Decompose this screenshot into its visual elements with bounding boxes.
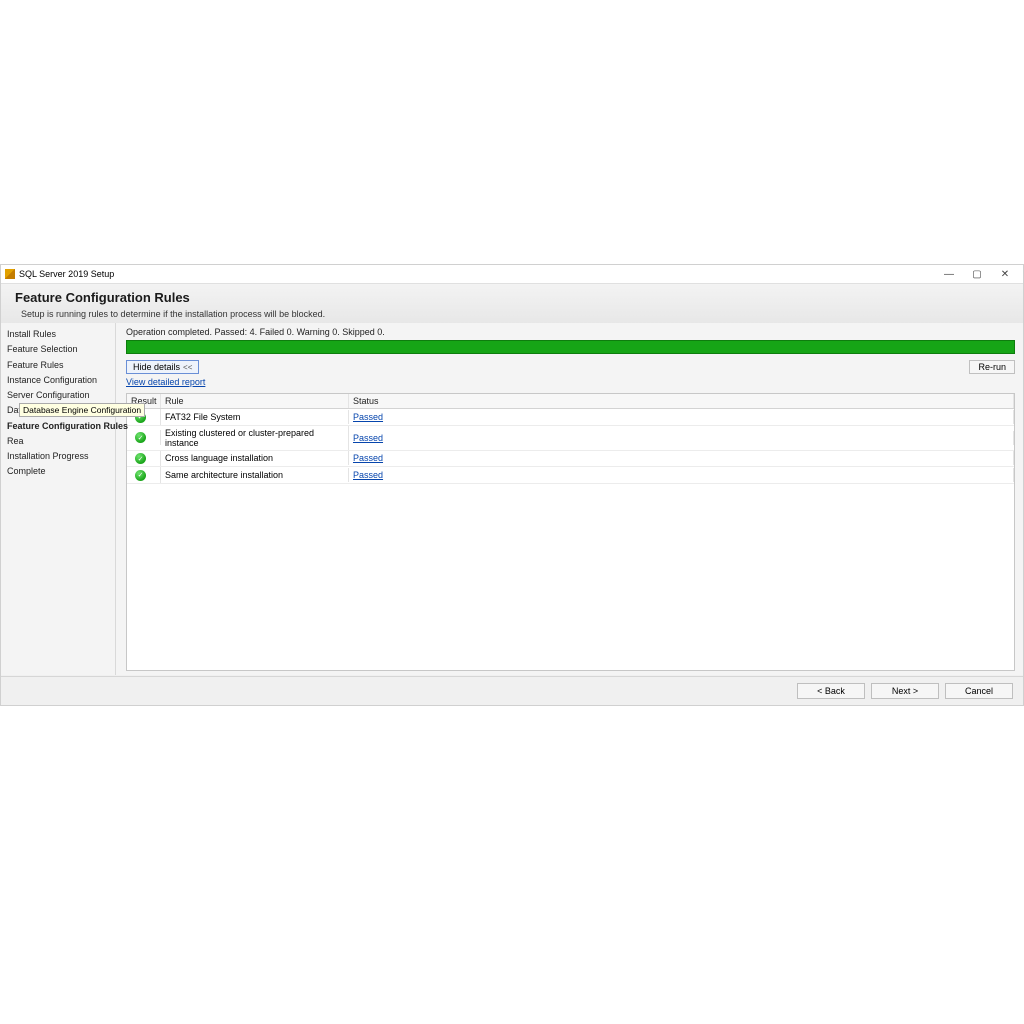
titlebar: SQL Server 2019 Setup — ▢ ✕ — [1, 265, 1023, 284]
sidebar-tooltip: Database Engine Configuration — [19, 403, 145, 417]
sidebar-step-feature-configuration-rules[interactable]: Feature Configuration Rules — [5, 419, 115, 434]
status-cell: Passed — [349, 468, 1014, 482]
rule-cell: Cross language installation — [161, 451, 349, 465]
sidebar-step-complete[interactable]: Complete — [5, 464, 115, 479]
status-link[interactable]: Passed — [353, 453, 383, 463]
maximize-button[interactable]: ▢ — [963, 265, 991, 283]
status-cell: Passed — [349, 431, 1014, 445]
result-cell: ✓ — [127, 467, 161, 483]
table-row[interactable]: ✓ Existing clustered or cluster-prepared… — [127, 426, 1014, 451]
status-cell: Passed — [349, 451, 1014, 465]
app-icon — [5, 269, 15, 279]
result-cell: ✓ — [127, 451, 161, 467]
hide-details-label: Hide details — [133, 362, 180, 372]
wizard-sidebar: Install Rules Feature Selection Feature … — [1, 323, 116, 675]
sidebar-step-server-configuration[interactable]: Server Configuration — [5, 388, 115, 403]
check-icon: ✓ — [135, 453, 146, 464]
table-row[interactable]: ✓ FAT32 File System Passed — [127, 409, 1014, 426]
sidebar-step-instance-configuration[interactable]: Instance Configuration — [5, 373, 115, 388]
rule-cell: Same architecture installation — [161, 468, 349, 482]
next-button[interactable]: Next > — [871, 683, 939, 699]
col-header-rule[interactable]: Rule — [161, 394, 349, 408]
back-button[interactable]: < Back — [797, 683, 865, 699]
check-icon: ✓ — [135, 432, 146, 443]
rules-table-body: ✓ FAT32 File System Passed ✓ Existing cl… — [127, 409, 1014, 670]
sidebar-step-installation-progress[interactable]: Installation Progress — [5, 449, 115, 464]
status-link[interactable]: Passed — [353, 433, 383, 443]
minimize-button[interactable]: — — [935, 265, 963, 283]
wizard-footer: < Back Next > Cancel — [1, 676, 1023, 705]
rerun-button[interactable]: Re-run — [969, 360, 1015, 374]
sidebar-step-ready[interactable]: Rea — [5, 434, 115, 449]
view-detailed-report-link[interactable]: View detailed report — [126, 377, 1015, 387]
body: Install Rules Feature Selection Feature … — [1, 323, 1023, 675]
sidebar-step-feature-selection[interactable]: Feature Selection — [5, 342, 115, 357]
status-link[interactable]: Passed — [353, 470, 383, 480]
table-row[interactable]: ✓ Cross language installation Passed — [127, 451, 1014, 468]
page-title: Feature Configuration Rules — [15, 290, 1009, 305]
sidebar-step-feature-rules[interactable]: Feature Rules — [5, 358, 115, 373]
progress-bar — [126, 340, 1015, 354]
page-header: Feature Configuration Rules Setup is run… — [1, 284, 1023, 328]
details-actions-row: Hide details << Re-run — [126, 360, 1015, 374]
chevron-up-icon: << — [183, 363, 192, 372]
rule-cell: Existing clustered or cluster-prepared i… — [161, 426, 349, 450]
page-subtitle: Setup is running rules to determine if t… — [21, 309, 1009, 319]
col-header-status[interactable]: Status — [349, 394, 1014, 408]
main-panel: Operation completed. Passed: 4. Failed 0… — [116, 323, 1023, 675]
close-button[interactable]: ✕ — [991, 265, 1019, 283]
rules-table-header: Result Rule Status — [127, 394, 1014, 409]
table-row[interactable]: ✓ Same architecture installation Passed — [127, 467, 1014, 484]
result-cell: ✓ — [127, 430, 161, 446]
window-title: SQL Server 2019 Setup — [19, 269, 114, 279]
cancel-button[interactable]: Cancel — [945, 683, 1013, 699]
rules-table: Result Rule Status ✓ FAT32 File System P… — [126, 393, 1015, 671]
operation-status: Operation completed. Passed: 4. Failed 0… — [126, 327, 1015, 337]
hide-details-button[interactable]: Hide details << — [126, 360, 199, 374]
status-cell: Passed — [349, 410, 1014, 424]
setup-window: SQL Server 2019 Setup — ▢ ✕ Feature Conf… — [0, 264, 1024, 706]
status-link[interactable]: Passed — [353, 412, 383, 422]
rule-cell: FAT32 File System — [161, 410, 349, 424]
check-icon: ✓ — [135, 470, 146, 481]
sidebar-step-install-rules[interactable]: Install Rules — [5, 327, 115, 342]
